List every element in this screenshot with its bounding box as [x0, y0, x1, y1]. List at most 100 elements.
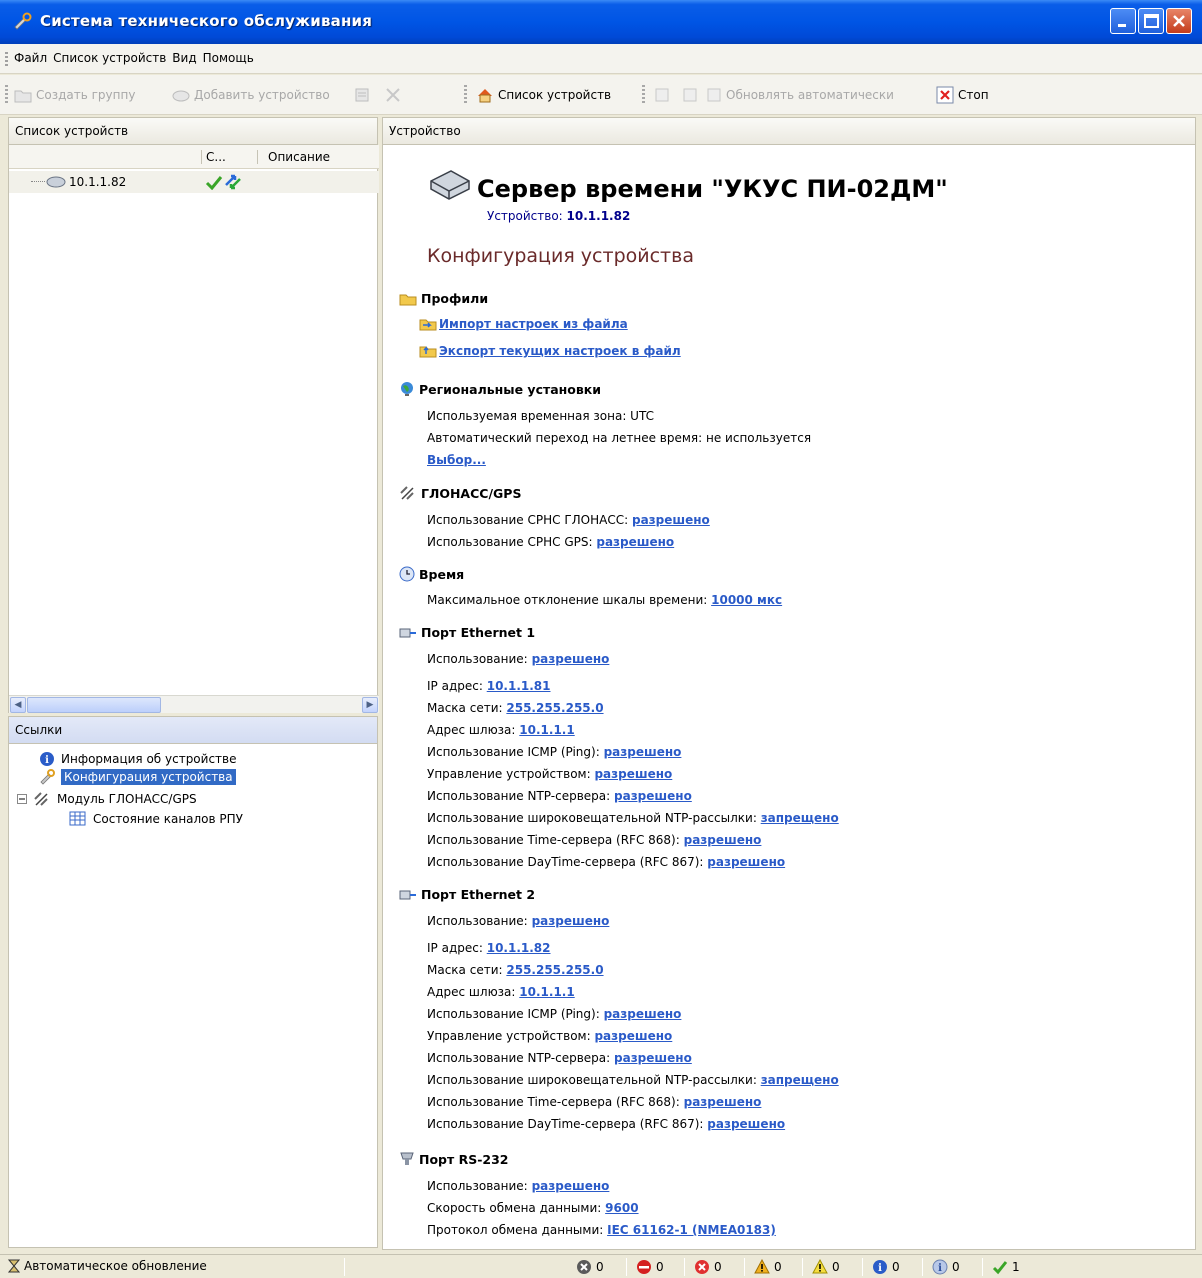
eth2-time: Использование Time-сервера (RFC 868): ра…: [427, 1095, 762, 1109]
eth2-mask-link[interactable]: 255.255.255.0: [506, 963, 603, 977]
menu-bar: Файл Список устройств Вид Помощь: [0, 44, 1202, 74]
rs232-usage-link[interactable]: разрешено: [532, 1179, 610, 1193]
rs232-speed-link[interactable]: 9600: [605, 1201, 638, 1215]
link-gnss-module[interactable]: Модуль ГЛОНАСС/GPS: [17, 790, 197, 808]
collapse-icon[interactable]: [17, 794, 27, 804]
eth2-time-link[interactable]: разрешено: [684, 1095, 762, 1109]
link-device-info[interactable]: i Информация об устройстве: [39, 750, 237, 768]
svg-text:i: i: [878, 1263, 882, 1274]
folder-export-icon: [419, 346, 437, 358]
satellite-icon: [34, 792, 48, 806]
critical-error-icon: [577, 1260, 591, 1274]
import-settings-link[interactable]: Импорт настроек из файла: [419, 317, 628, 331]
menu-device-list[interactable]: Список устройств: [53, 51, 166, 65]
toolbar: Создать группу Добавить устройство Списо…: [0, 75, 1202, 115]
eth1-time-link[interactable]: разрешено: [684, 833, 762, 847]
eth2-broadcast-link[interactable]: запрещено: [761, 1073, 839, 1087]
status-count-blocked[interactable]: 0: [636, 1259, 664, 1275]
status-count-ok[interactable]: 1: [992, 1259, 1020, 1275]
add-device-button[interactable]: Добавить устройство: [172, 85, 330, 105]
scroll-thumb[interactable]: [27, 697, 161, 713]
link-rpu-channels[interactable]: Состояние каналов РПУ: [69, 810, 243, 828]
exchange-arrows-icon: [225, 174, 241, 190]
delete-button[interactable]: [384, 85, 402, 105]
refresh-button[interactable]: [654, 85, 670, 105]
eth1-usage-link[interactable]: разрешено: [532, 652, 610, 666]
svg-text:i: i: [938, 1263, 942, 1274]
eth1-mgmt-link[interactable]: разрешено: [594, 767, 672, 781]
eth1-gateway-link[interactable]: 10.1.1.1: [519, 723, 574, 737]
close-button[interactable]: [1166, 8, 1192, 34]
status-count-error[interactable]: 0: [694, 1259, 722, 1275]
wrench-app-icon: [14, 12, 32, 30]
device-icon: [172, 90, 190, 102]
choose-link[interactable]: Выбор...: [427, 453, 486, 467]
info-icon: i: [873, 1260, 887, 1274]
warning-icon: [754, 1259, 770, 1274]
menu-view[interactable]: Вид: [172, 51, 196, 65]
toolbar-separator: [642, 85, 645, 105]
device-list-panel: С... Описание 10.1.1.82 ◀ ▶: [8, 145, 379, 713]
create-group-button[interactable]: Создать группу: [14, 85, 135, 105]
rs232-protocol-link[interactable]: IEC 61162-1 (NMEA0183): [607, 1223, 776, 1237]
svg-text:i: i: [45, 755, 49, 766]
server-device-icon: [430, 170, 470, 200]
eth1-daytime-link[interactable]: разрешено: [707, 855, 785, 869]
section-eth1: Порт Ethernet 1: [399, 625, 535, 640]
auto-update-button[interactable]: Обновлять автоматически: [706, 85, 894, 105]
error-icon: [695, 1260, 709, 1274]
link-device-config[interactable]: Конфигурация устройства: [39, 768, 236, 786]
eth2-ip-link[interactable]: 10.1.1.82: [487, 941, 551, 955]
status-count-info[interactable]: i 0: [872, 1259, 900, 1275]
column-description[interactable]: Описание: [257, 150, 377, 164]
status-count-debug[interactable]: i 0: [932, 1259, 960, 1275]
status-count-warning-minor[interactable]: 0: [812, 1259, 840, 1275]
maximize-button[interactable]: [1138, 8, 1164, 34]
refresh-all-button[interactable]: [682, 85, 698, 105]
scroll-right-icon[interactable]: ▶: [362, 697, 378, 713]
table-icon: [69, 811, 86, 826]
eth1-ip-link[interactable]: 10.1.1.81: [487, 679, 551, 693]
eth1-mask-link[interactable]: 255.255.255.0: [506, 701, 603, 715]
scroll-left-icon[interactable]: ◀: [10, 697, 26, 713]
eth2-usage-link[interactable]: разрешено: [532, 914, 610, 928]
gps-usage: Использование СРНС GPS: разрешено: [427, 535, 675, 549]
app-window: Система технического обслуживания Файл С…: [0, 0, 1202, 1278]
menu-grip: [5, 52, 8, 66]
column-status[interactable]: С...: [201, 150, 253, 164]
minimize-button[interactable]: [1110, 8, 1136, 34]
export-settings-link[interactable]: Экспорт текущих настроек в файл: [419, 344, 681, 358]
clock-icon: [399, 566, 415, 582]
menu-help[interactable]: Помощь: [203, 51, 254, 65]
glonass-value-link[interactable]: разрешено: [632, 513, 710, 527]
stop-button[interactable]: Стоп: [936, 85, 989, 105]
eth1-ntp-link[interactable]: разрешено: [614, 789, 692, 803]
eth2-gateway-link[interactable]: 10.1.1.1: [519, 985, 574, 999]
delete-icon: [386, 88, 400, 102]
folder-icon: [399, 294, 417, 305]
eth1-icmp-link[interactable]: разрешено: [604, 745, 682, 759]
eth1-broadcast-link[interactable]: запрещено: [761, 811, 839, 825]
eth1-gateway: Адрес шлюза: 10.1.1.1: [427, 723, 575, 737]
serial-port-icon: [400, 1152, 414, 1165]
rs232-protocol: Протокол обмена данными: IEC 61162-1 (NM…: [427, 1223, 776, 1237]
horizontal-scrollbar[interactable]: ◀ ▶: [9, 695, 379, 713]
status-count-warning[interactable]: 0: [754, 1259, 782, 1275]
refresh-all-icon: [683, 88, 697, 102]
menu-file[interactable]: Файл: [14, 51, 47, 65]
properties-button[interactable]: [354, 85, 372, 105]
properties-icon: [355, 88, 369, 102]
status-count-critical[interactable]: 0: [576, 1259, 604, 1275]
device-row[interactable]: 10.1.1.82: [9, 171, 379, 193]
checkmark-icon: [992, 1261, 1008, 1275]
section-regional: Региональные установки: [399, 381, 601, 397]
gps-value-link[interactable]: разрешено: [596, 535, 674, 549]
eth2-ntp-link[interactable]: разрешено: [614, 1051, 692, 1065]
glonass-usage: Использование СРНС ГЛОНАСС: разрешено: [427, 513, 710, 527]
eth2-daytime-link[interactable]: разрешено: [707, 1117, 785, 1131]
time-deviation-link[interactable]: 10000 мкс: [711, 593, 782, 607]
device-list-button[interactable]: Список устройств: [476, 85, 611, 105]
eth2-icmp-link[interactable]: разрешено: [604, 1007, 682, 1021]
eth2-mgmt-link[interactable]: разрешено: [594, 1029, 672, 1043]
eth1-broadcast: Использование широковещательной NTP-расс…: [427, 811, 839, 825]
